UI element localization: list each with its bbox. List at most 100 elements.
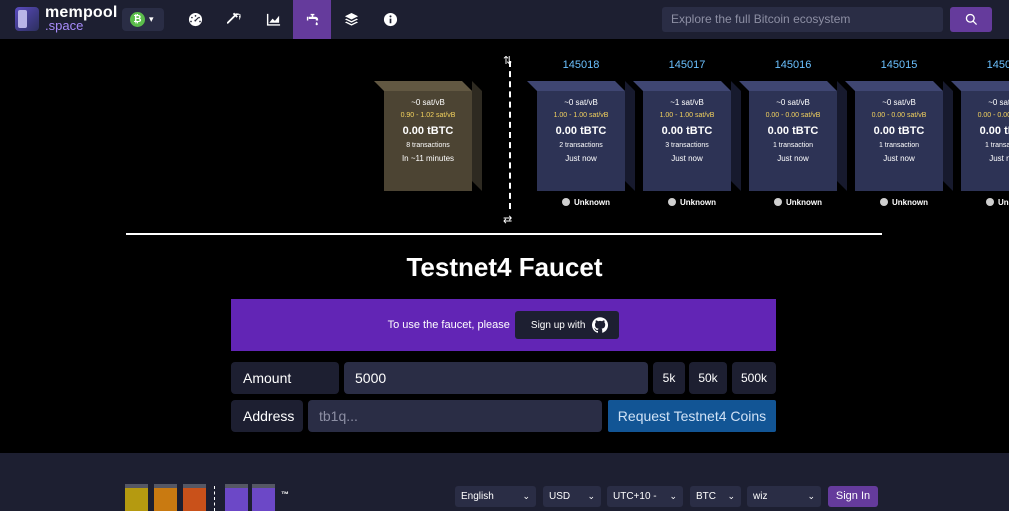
block-tx-count: 1 transaction — [878, 142, 920, 149]
mempool-logo[interactable]: mempool .space — [15, 4, 117, 33]
block-height[interactable]: 145014 — [961, 59, 1009, 71]
mempool-divider — [509, 61, 511, 209]
miner-icon — [880, 198, 888, 206]
signup-banner: To use the faucet, please Sign up with — [231, 299, 776, 351]
nav-mining[interactable] — [215, 0, 253, 39]
block-145015[interactable]: 145015 ~0 sat/vB 0.00 - 0.00 sat/vB 0.00 tB… — [845, 59, 953, 207]
block-145018[interactable]: 145018 ~0 sat/vB 1.00 - 1.00 sat/vB 0.00 tB… — [527, 59, 635, 207]
nav-docs[interactable] — [332, 0, 370, 39]
search-button[interactable] — [950, 7, 992, 32]
block-tx-count: 3 transactions — [665, 142, 709, 149]
block-miner[interactable]: Unknown — [749, 198, 847, 207]
block-time: Just now — [989, 154, 1009, 163]
block-tx-count: 2 transactions — [559, 142, 603, 149]
top-navbar: mempool .space ₿ ▾ Explore the full Bitc… — [0, 0, 1009, 39]
chevron-down-icon: ▾ — [149, 14, 154, 24]
block-fee: ~0 sat/vB — [411, 98, 445, 107]
nav-graphs[interactable] — [254, 0, 292, 39]
block-fee: ~0 sat/vB — [882, 98, 916, 107]
miner-name: Unknown — [892, 198, 928, 207]
block-miner[interactable]: Unknown — [643, 198, 741, 207]
block-145016[interactable]: 145016 ~0 sat/vB 0.00 - 0.00 sat/vB 0.00 tB… — [739, 59, 847, 207]
miner-name: Unknown — [786, 198, 822, 207]
block-eta: In ~11 minutes — [401, 154, 455, 163]
block-fee-range: 0.00 - 0.00 sat/vB — [977, 112, 1009, 119]
block-time: Just now — [565, 154, 597, 163]
info-icon — [383, 12, 397, 27]
sign-in-button[interactable]: Sign In — [828, 486, 878, 507]
block-fee-range: 0.00 - 0.00 sat/vB — [871, 112, 927, 119]
trademark-mark: ™ — [281, 490, 289, 499]
miner-name: Unknown — [998, 198, 1009, 207]
nav-about[interactable] — [371, 0, 409, 39]
block-145017[interactable]: 145017 ~1 sat/vB 1.00 - 1.00 sat/vB 0.00 tB… — [633, 59, 741, 207]
github-signup-button[interactable]: Sign up with — [514, 311, 620, 339]
amount-row: Amount (sats) 5000 5k 50k 500k — [231, 362, 776, 418]
currency-select[interactable]: USD ⌄ — [543, 486, 601, 507]
block-tx-count: 1 transaction — [772, 142, 814, 149]
block-amount: 0.00 tBTC — [767, 125, 819, 137]
block-height[interactable]: 145016 — [749, 59, 837, 71]
pickaxe-icon — [226, 12, 241, 24]
block-height[interactable]: 145018 — [537, 59, 625, 71]
footer-logo-divider — [214, 486, 215, 511]
signup-label: Sign up with — [530, 319, 586, 331]
preset-500k-button[interactable]: 500k — [732, 362, 776, 394]
address-input[interactable]: tb1q... — [308, 400, 602, 432]
github-icon — [592, 317, 609, 333]
chevron-down-icon: ⌄ — [727, 491, 735, 501]
block-fee: ~1 sat/vB — [670, 98, 704, 107]
block-amount: 0.00 tBTC — [402, 125, 454, 137]
mempool-block[interactable]: ~0 sat/vB 0.90 - 1.02 sat/vB 0.00 tBTC 8… — [374, 81, 482, 191]
block-amount: 0.00 tBTC — [979, 125, 1009, 137]
banner-text: To use the faucet, please — [387, 319, 510, 331]
block-time: Just now — [671, 154, 703, 163]
language-select[interactable]: English ⌄ — [455, 486, 536, 507]
unit-select[interactable]: BTC ⌄ — [690, 486, 741, 507]
block-145014[interactable]: 145014 ~0 sat/vB 0.00 - 0.00 sat/vB 0.00 tB… — [951, 59, 1009, 207]
block-fee: ~0 sat/vB — [988, 98, 1009, 107]
miner-icon — [668, 198, 676, 206]
chevron-down-icon: ⌄ — [669, 491, 677, 501]
network-selector[interactable]: ₿ ▾ — [122, 8, 164, 31]
address-row: Address tb1q... Request Testnet4 Coins — [231, 400, 776, 432]
preset-5k-button[interactable]: 5k — [653, 362, 685, 394]
page-title: Testnet4 Faucet — [406, 252, 603, 282]
block-height[interactable]: 145017 — [643, 59, 731, 71]
block-miner[interactable]: Unknown — [855, 198, 953, 207]
block-amount: 0.00 tBTC — [873, 125, 925, 137]
amount-input[interactable]: 5000 — [344, 362, 648, 394]
miner-icon — [986, 198, 994, 206]
block-miner[interactable]: Unknown — [961, 198, 1009, 207]
logo-text-sub: .space — [45, 18, 84, 33]
block-fee: ~0 sat/vB — [564, 98, 598, 107]
search-input[interactable]: Explore the full Bitcoin ecosystem — [662, 7, 943, 32]
miner-name: Unknown — [680, 198, 716, 207]
nav-dashboard[interactable] — [176, 0, 214, 39]
preset-50k-button[interactable]: 50k — [689, 362, 727, 394]
block-tx-count: 8 transactions — [406, 142, 450, 149]
miner-icon — [562, 198, 570, 206]
miner-icon — [774, 198, 782, 206]
block-height[interactable]: 145015 — [855, 59, 943, 71]
bitcoin-icon: ₿ — [130, 12, 145, 27]
section-divider — [126, 233, 882, 235]
theme-select[interactable]: wiz ⌄ — [747, 486, 821, 507]
footer: ™ English ⌄ USD ⌄ UTC+10 - ⌄ BTC ⌄ wiz ⌄ Sign… — [0, 453, 1009, 511]
block-time: Just now — [883, 154, 915, 163]
block-fee-range: 1.00 - 1.00 sat/vB — [659, 112, 715, 119]
block-tx-count: 1 transaction — [984, 142, 1009, 149]
block-miner[interactable]: Unknown — [537, 198, 635, 207]
chart-area-icon — [266, 13, 280, 26]
request-coins-button[interactable]: Request Testnet4 Coins — [608, 400, 776, 432]
timezone-select[interactable]: UTC+10 - ⌄ — [607, 486, 683, 507]
search-icon — [965, 13, 977, 26]
footer-logo[interactable] — [125, 484, 295, 511]
amount-label: Amount (sats) — [231, 362, 339, 418]
dashboard-icon — [188, 12, 202, 27]
exchange-arrows-icon[interactable]: ⇄ — [503, 213, 512, 226]
layers-icon — [344, 12, 358, 26]
faucet-icon — [306, 13, 318, 26]
address-label: Address — [231, 400, 303, 432]
nav-faucet[interactable] — [293, 0, 331, 39]
